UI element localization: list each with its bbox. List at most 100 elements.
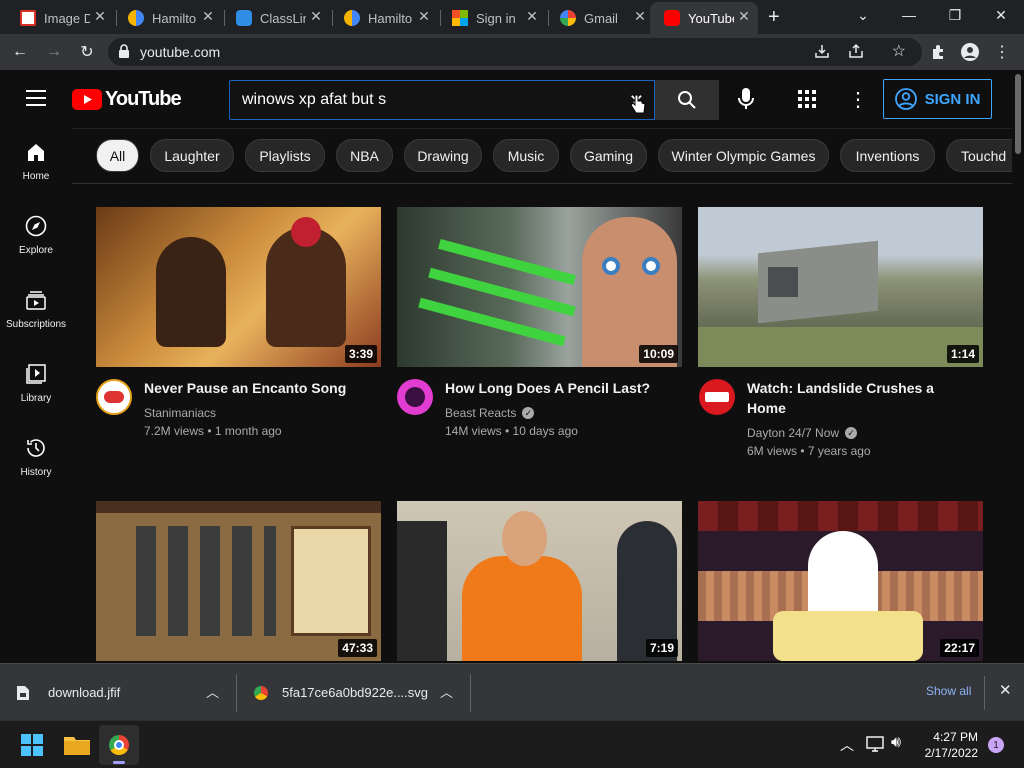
restore-icon[interactable]: ❐ [932, 0, 978, 30]
forward-icon[interactable]: → [42, 40, 66, 64]
tab-hamilton-1[interactable]: Hamilto ✕ [114, 6, 222, 30]
tab-title: Image D [44, 10, 90, 26]
tab-gmail[interactable]: Gmail ✕ [546, 6, 654, 30]
channel-avatar[interactable] [699, 379, 735, 415]
notification-badge[interactable]: 1 [988, 737, 1004, 753]
network-icon[interactable] [866, 736, 884, 757]
history-icon [27, 438, 45, 457]
close-icon[interactable]: ✕ [736, 8, 752, 25]
back-icon[interactable]: ← [8, 40, 32, 64]
tab-youtube[interactable]: YouTube ✕ [650, 2, 758, 34]
profile-icon[interactable] [958, 40, 982, 64]
minimize-icon[interactable]: — [886, 0, 932, 30]
show-all-downloads-link[interactable]: Show all [926, 684, 971, 698]
close-icon[interactable]: ✕ [416, 8, 432, 25]
sidebar-item-explore[interactable]: Explore [0, 198, 72, 272]
chip-laughter[interactable]: Laughter [150, 139, 234, 172]
system-clock[interactable]: 4:27 PM 2/17/2022 [920, 729, 978, 761]
tab-hamilton-2[interactable]: Hamilto ✕ [330, 6, 438, 30]
subscriptions-icon [26, 290, 46, 310]
channel-name[interactable]: Beast Reacts [445, 404, 516, 422]
download-item[interactable]: download.jfif ︿ [16, 664, 236, 721]
chip-inventions[interactable]: Inventions [840, 139, 935, 172]
verified-icon: ✓ [522, 407, 535, 419]
close-icon[interactable]: ✕ [308, 8, 324, 25]
close-icon[interactable]: ✕ [524, 8, 540, 25]
new-tab-icon[interactable]: + [768, 6, 780, 29]
sidebar-item-history[interactable]: History [0, 420, 72, 494]
chip-drawing[interactable]: Drawing [404, 139, 482, 172]
search-icon [678, 91, 696, 109]
chevron-up-icon[interactable]: ︿ [440, 682, 453, 701]
video-thumbnail[interactable]: 22:17 [698, 501, 983, 661]
channel-name[interactable]: Dayton 24/7 Now [747, 424, 839, 442]
chip-all[interactable]: All [96, 139, 139, 172]
settings-more-icon[interactable]: ⋮ [848, 87, 868, 112]
apps-grid-icon[interactable] [798, 90, 816, 113]
browser-tab-strip: Image D ✕ Hamilto ✕ ClassLin ✕ Hamilto ✕… [0, 0, 1024, 34]
video-thumbnail[interactable]: 10:09 [397, 207, 682, 367]
share-icon[interactable] [848, 43, 864, 62]
close-downloads-icon[interactable]: ✕ [999, 681, 1012, 699]
video-thumbnail[interactable]: 3:39 [96, 207, 381, 367]
video-title[interactable]: Never Pause an Encanto Song [144, 378, 374, 398]
close-icon[interactable]: ✕ [92, 8, 108, 25]
chevron-up-icon[interactable]: ︿ [206, 682, 219, 701]
volume-icon[interactable]: 🔊︎ [891, 734, 901, 752]
video-thumbnail[interactable]: 7:19 [397, 501, 682, 661]
classlink-icon [236, 10, 252, 26]
chip-music[interactable]: Music [493, 139, 559, 172]
channel-avatar[interactable] [397, 379, 433, 415]
chip-gaming[interactable]: Gaming [570, 139, 647, 172]
tab-sign-in[interactable]: Sign in ✕ [438, 6, 546, 30]
tab-image[interactable]: Image D ✕ [6, 6, 114, 30]
file-icon [17, 685, 29, 700]
reload-icon[interactable]: ↻ [75, 40, 99, 64]
close-icon[interactable]: ✕ [632, 8, 648, 25]
home-icon [28, 143, 44, 161]
file-explorer-icon[interactable] [64, 734, 90, 761]
tab-title: YouTube [688, 10, 734, 26]
video-thumbnail[interactable]: 1:14 [698, 207, 983, 367]
chrome-menu-icon[interactable]: ⋮ [990, 40, 1014, 64]
install-app-icon[interactable] [814, 43, 830, 62]
tab-title: Hamilto [152, 10, 197, 26]
window-close-icon[interactable]: ✕ [978, 0, 1024, 30]
chrome-taskbar-button[interactable] [99, 725, 139, 765]
bookmark-star-icon[interactable]: ☆ [892, 41, 906, 61]
extensions-icon[interactable] [926, 40, 950, 64]
tab-classlink[interactable]: ClassLin ✕ [222, 6, 330, 30]
chip-playlists[interactable]: Playlists [245, 139, 325, 172]
close-icon[interactable]: ✕ [200, 8, 216, 25]
video-thumbnail[interactable]: 47:33 [96, 501, 381, 661]
hamburger-menu-icon[interactable] [26, 90, 46, 111]
sidebar-item-label: History [20, 466, 52, 478]
search-button[interactable] [655, 80, 719, 120]
chevron-up-icon[interactable]: ︿ [840, 735, 854, 755]
video-title[interactable]: How Long Does A Pencil Last? [445, 378, 675, 398]
video-title[interactable]: Watch: Landslide Crushes a Home [747, 378, 977, 418]
chip-touchdown[interactable]: Touchd [946, 139, 1012, 172]
sign-in-button[interactable]: SIGN IN [883, 79, 992, 119]
chip-nba[interactable]: NBA [336, 139, 393, 172]
voice-search-button[interactable] [738, 88, 754, 115]
scrollbar-thumb[interactable] [1015, 74, 1021, 154]
channel-name[interactable]: Stanimaniacs [144, 404, 216, 422]
download-filename: download.jfif [48, 685, 121, 700]
sidebar-item-home[interactable]: Home [0, 124, 72, 198]
chip-winter-olympic-games[interactable]: Winter Olympic Games [658, 139, 829, 172]
sidebar-item-library[interactable]: Library [0, 346, 72, 420]
lock-icon [118, 43, 130, 61]
channel-avatar[interactable] [96, 379, 132, 415]
youtube-logo[interactable]: YouTube [72, 88, 182, 111]
youtube-logo-icon [72, 89, 102, 110]
video-duration: 10:09 [639, 345, 678, 363]
windows-start-icon[interactable] [21, 734, 43, 761]
address-bar[interactable]: youtube.com ☆ [108, 38, 922, 66]
sidebar-item-subscriptions[interactable]: Subscriptions [0, 272, 72, 346]
download-item[interactable]: 5fa17ce6a0bd922e....svg ︿ [254, 664, 469, 721]
page-scrollbar[interactable] [1012, 70, 1024, 663]
search-input[interactable]: winows xp afat but s ✕ [229, 80, 655, 120]
download-filename: 5fa17ce6a0bd922e....svg [282, 685, 429, 700]
tab-search-icon[interactable]: ⌄ [840, 0, 886, 30]
